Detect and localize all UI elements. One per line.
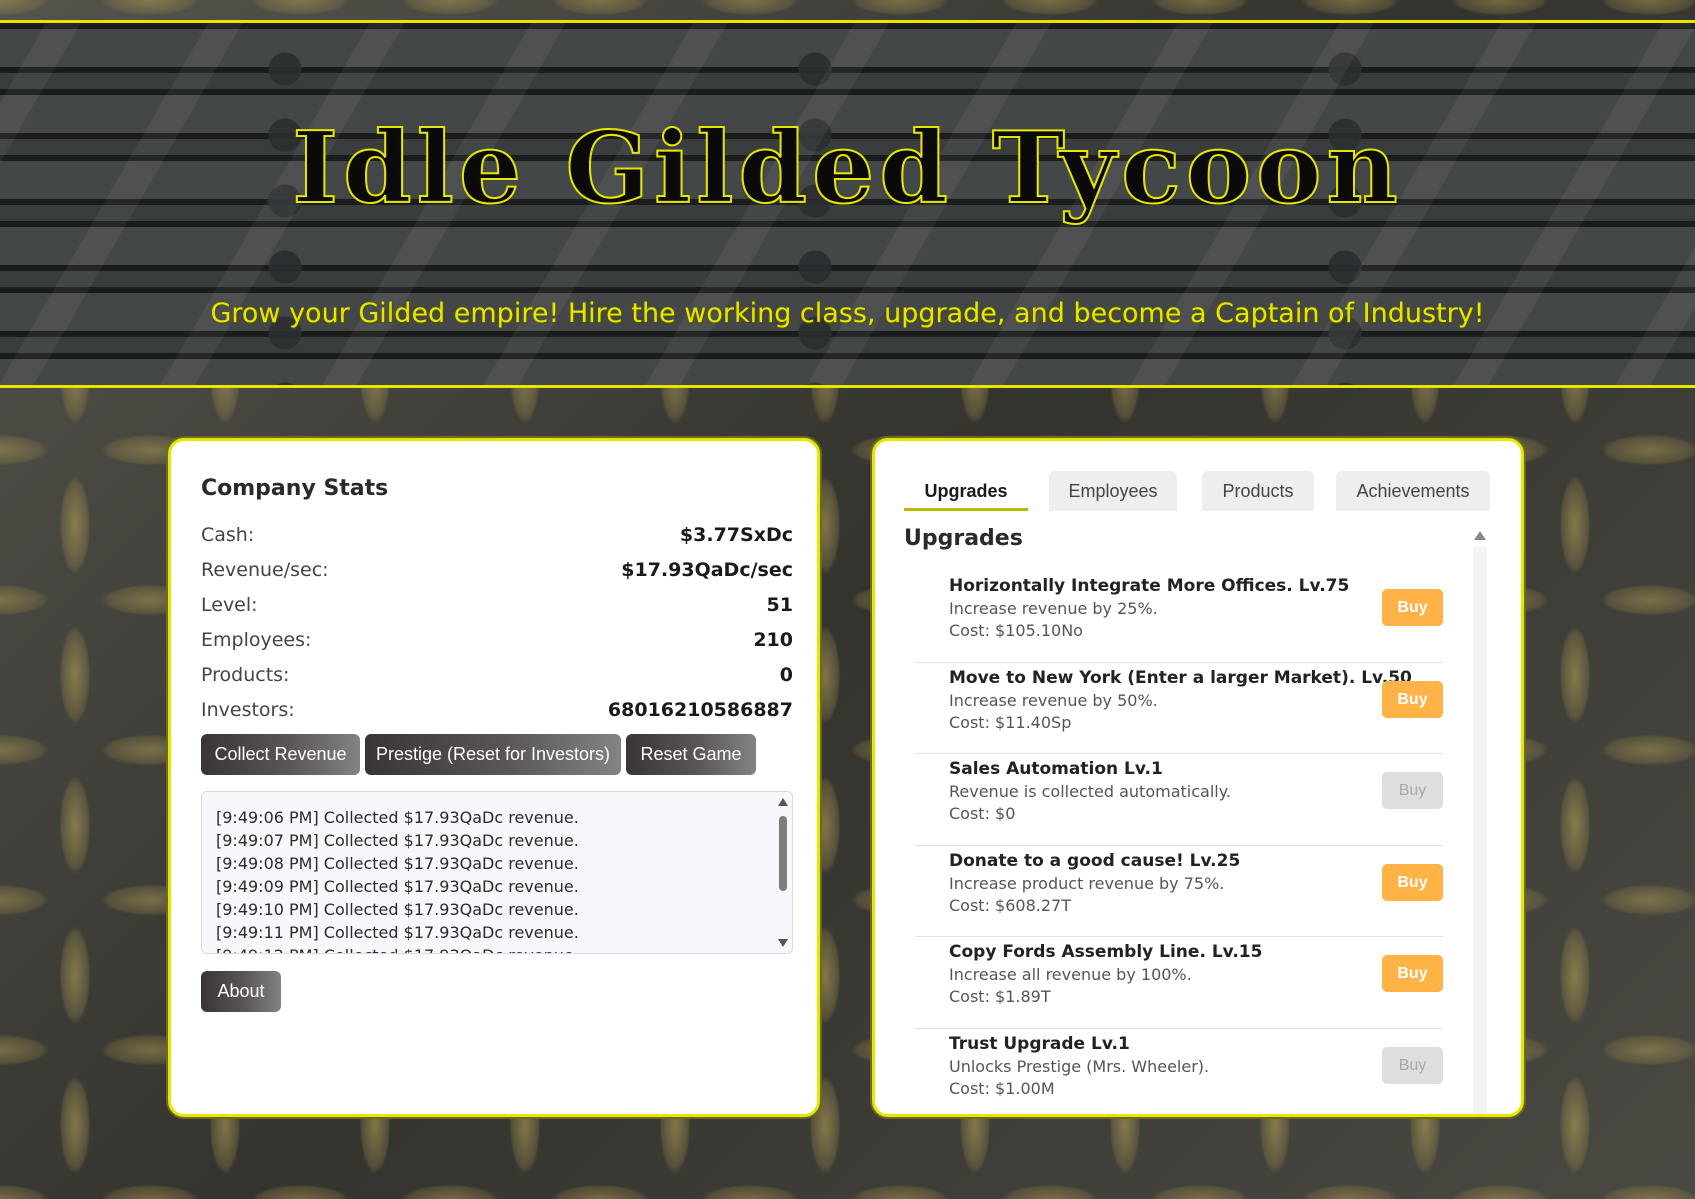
buy-button-disabled[interactable]: Buy bbox=[1382, 772, 1443, 809]
upgrade-description: Increase product revenue by 75%. bbox=[949, 873, 1225, 893]
upgrade-item: Trust Upgrade Lv.1 Unlocks Prestige (Mrs… bbox=[915, 1029, 1443, 1115]
log-entry: [9:49:07 PM] Collected $17.93QaDc revenu… bbox=[216, 831, 579, 850]
company-stats-title: Company Stats bbox=[201, 476, 389, 501]
tab-upgrades[interactable]: Upgrades bbox=[904, 471, 1028, 511]
upgrade-item: Donate to a good cause! Lv.25 Increase p… bbox=[915, 846, 1443, 937]
upgrade-item: Move to New York (Enter a larger Market)… bbox=[915, 663, 1443, 754]
log-entry: [9:49:12 PM] Collected $17.93QaDc revenu… bbox=[216, 944, 776, 953]
log-entry: [9:49:08 PM] Collected $17.93QaDc revenu… bbox=[216, 854, 579, 873]
upgrade-description: Increase all revenue by 100%. bbox=[949, 965, 1192, 984]
upgrade-description: Increase revenue by 50%. bbox=[949, 690, 1158, 710]
log-entry: [9:49:09 PM] Collected $17.93QaDc revenu… bbox=[216, 877, 579, 896]
tab-achievements[interactable]: Achievements bbox=[1336, 471, 1490, 511]
buy-button[interactable]: Buy bbox=[1382, 955, 1443, 992]
stat-label: Cash: bbox=[201, 524, 255, 546]
stat-value: 0 bbox=[779, 664, 793, 686]
stat-revenue: Revenue/sec: $17.93QaDc/sec bbox=[201, 559, 793, 589]
log-entry: [9:49:10 PM] Collected $17.93QaDc revenu… bbox=[216, 900, 579, 919]
collect-revenue-button[interactable]: Collect Revenue bbox=[201, 734, 360, 775]
upgrade-name: Trust Upgrade Lv.1 bbox=[949, 1033, 1130, 1054]
scroll-up-arrow-icon[interactable] bbox=[778, 798, 788, 806]
prestige-button[interactable]: Prestige (Reset for Investors) bbox=[365, 734, 621, 775]
scrollbar-track[interactable] bbox=[1473, 547, 1487, 1114]
upgrade-cost: Cost: $1.00M bbox=[949, 1078, 1055, 1098]
stat-label: Revenue/sec: bbox=[201, 559, 329, 581]
stat-label: Employees: bbox=[201, 629, 312, 651]
stat-level: Level: 51 bbox=[201, 594, 793, 624]
log-entry: [9:49:11 PM] Collected $17.93QaDc revenu… bbox=[216, 923, 579, 942]
upgrade-item: Copy Fords Assembly Line. Lv.15 Increase… bbox=[915, 937, 1443, 1029]
stat-label: Products: bbox=[201, 664, 290, 686]
upgrade-cost: Cost: $0 bbox=[949, 804, 1016, 823]
tab-employees[interactable]: Employees bbox=[1049, 471, 1177, 511]
header-banner: Idle Gilded Tycoon Grow your Gilded empi… bbox=[0, 20, 1695, 388]
stat-investors: Investors: 68016210586887 bbox=[201, 699, 793, 729]
log-lines: [9:49:06 PM] Collected $17.93QaDc revenu… bbox=[216, 806, 776, 953]
stat-label: Investors: bbox=[201, 699, 295, 721]
upgrade-description: Revenue is collected automatically. bbox=[949, 782, 1231, 801]
upgrades-scrollbar[interactable] bbox=[1473, 531, 1487, 1114]
stat-products: Products: 0 bbox=[201, 664, 793, 694]
upgrade-name: Donate to a good cause! Lv.25 bbox=[949, 850, 1241, 871]
buy-button[interactable]: Buy bbox=[1382, 589, 1443, 626]
about-button[interactable]: About bbox=[201, 971, 281, 1012]
upgrade-item: Horizontally Integrate More Offices. Lv.… bbox=[915, 571, 1443, 663]
stat-cash: Cash: $3.77SxDc bbox=[201, 524, 793, 554]
game-subtitle: Grow your Gilded empire! Hire the workin… bbox=[210, 298, 1485, 329]
stat-value: 51 bbox=[766, 594, 793, 616]
reset-game-button[interactable]: Reset Game bbox=[626, 734, 756, 775]
log-scrollbar[interactable] bbox=[776, 796, 790, 949]
upgrade-list: Horizontally Integrate More Offices. Lv.… bbox=[915, 571, 1443, 1115]
scroll-down-arrow-icon[interactable] bbox=[778, 939, 788, 947]
scroll-up-arrow-icon[interactable] bbox=[1474, 531, 1486, 540]
stat-value: 68016210586887 bbox=[607, 699, 793, 721]
buy-button[interactable]: Buy bbox=[1382, 863, 1443, 901]
stat-value: $3.77SxDc bbox=[679, 524, 793, 546]
upgrade-description: Unlocks Prestige (Mrs. Wheeler). bbox=[949, 1056, 1210, 1076]
stat-label: Level: bbox=[201, 594, 258, 616]
buy-button-disabled[interactable]: Buy bbox=[1382, 1046, 1443, 1084]
upgrade-cost: Cost: $608.27T bbox=[949, 895, 1071, 915]
upgrade-name: Copy Fords Assembly Line. Lv.15 bbox=[949, 942, 1263, 962]
game-title: Idle Gilded Tycoon bbox=[291, 110, 1403, 227]
upgrade-cost: Cost: $1.89T bbox=[949, 987, 1051, 1006]
tabbed-panel: Upgrades Employees Products Achievements… bbox=[872, 438, 1524, 1117]
upgrade-name: Sales Automation Lv.1 bbox=[949, 759, 1163, 779]
activity-log[interactable]: [9:49:06 PM] Collected $17.93QaDc revenu… bbox=[201, 791, 793, 954]
upgrade-cost: Cost: $11.40Sp bbox=[949, 712, 1072, 732]
stat-employees: Employees: 210 bbox=[201, 629, 793, 659]
tab-products[interactable]: Products bbox=[1202, 471, 1314, 511]
upgrades-section-title: Upgrades bbox=[904, 526, 1023, 551]
scrollbar-thumb[interactable] bbox=[779, 816, 787, 891]
upgrade-cost: Cost: $105.10No bbox=[949, 621, 1083, 640]
company-stats-panel: Company Stats Cash: $3.77SxDc Revenue/se… bbox=[168, 438, 820, 1117]
upgrade-description: Increase revenue by 25%. bbox=[949, 599, 1158, 618]
buy-button[interactable]: Buy bbox=[1382, 680, 1443, 718]
upgrade-item: Sales Automation Lv.1 Revenue is collect… bbox=[915, 754, 1443, 846]
upgrade-name: Horizontally Integrate More Offices. Lv.… bbox=[949, 576, 1350, 596]
stat-value: 210 bbox=[753, 629, 793, 651]
log-entry: [9:49:06 PM] Collected $17.93QaDc revenu… bbox=[216, 808, 579, 827]
upgrade-name: Move to New York (Enter a larger Market)… bbox=[949, 667, 1412, 688]
stat-value: $17.93QaDc/sec bbox=[621, 559, 793, 581]
